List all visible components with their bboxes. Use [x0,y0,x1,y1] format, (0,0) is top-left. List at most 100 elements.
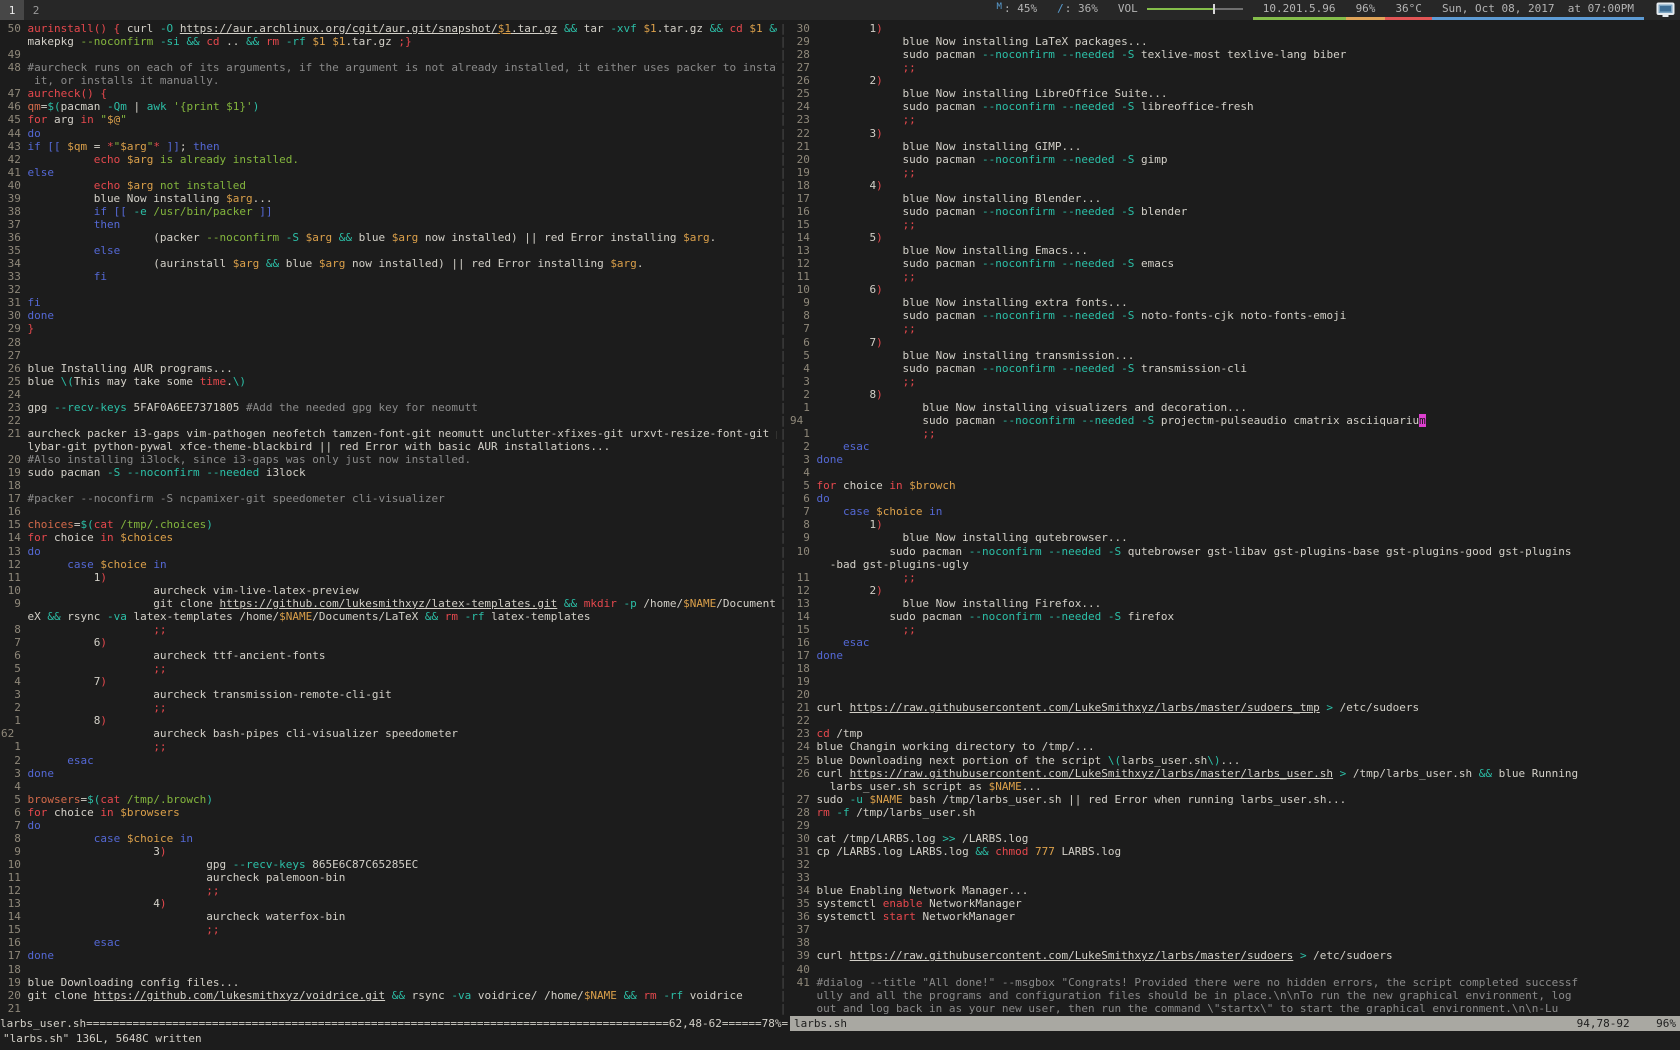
code-token [299,231,306,244]
disk-module[interactable]: /: 36% [1047,0,1108,20]
line-number: 9 [1,597,21,610]
code-token [816,322,902,335]
separator-glyph: | [776,832,790,845]
line-number: 29 [790,819,810,832]
code-token: && [425,610,438,623]
line-number: 18 [790,662,810,675]
line-number: 5 [790,479,810,492]
vim-window-right[interactable]: 30 1)29 blue Now installing LaTeX packag… [790,22,1680,1016]
volume-thumb-handle[interactable] [1213,4,1215,14]
line-number: 3 [1,688,21,701]
code-token: 7 [27,675,100,688]
separator-glyph: | [776,806,790,819]
code-token: $1 [498,22,511,35]
code-token: ) [100,675,107,688]
code-token: /tmp/larbs_user.sh [850,806,976,819]
code-line: 24blue Changin working directory to /tmp… [790,740,1680,753]
code-token: rm [445,610,458,623]
code-token: 1 [27,571,100,584]
separator-glyph: | [776,283,790,296]
code-token: curl [127,22,160,35]
code-token [557,22,564,35]
line-number: 18 [790,179,810,192]
line-number: 1 [1,740,21,753]
separator-glyph: | [776,558,790,571]
code-token: blue Now installing GIMP... [816,140,1081,153]
code-token: aurcheck packer i3-gaps vim-pathogen neo… [27,427,777,440]
code-line: 40 echo $arg not installed [1,179,777,192]
code-token: $arg [127,153,154,166]
volume-module[interactable]: VOL [1108,0,1253,20]
line-number: 6 [1,806,21,819]
code-line: 17 blue Now installing Blender... [790,192,1680,205]
code-token: -O [160,22,180,35]
code-token [27,923,206,936]
code-token: arg [47,113,80,126]
code-line: 27sudo -u $NAME bash /tmp/larbs_user.sh … [790,793,1680,806]
volume-slider[interactable] [1147,8,1243,10]
vim-statusbar: larbs_user.sh===========================… [0,1016,1680,1031]
code-token [816,623,902,636]
code-token: gpg [27,401,54,414]
datetime-module[interactable]: Sun, Oct 08, 2017 at 07:00PM [1432,0,1644,20]
code-token: 8 [27,714,100,727]
line-number: 8 [790,309,810,322]
code-line: 41#dialog --title "All done!" --msgbox "… [790,976,1680,989]
code-token: done [816,453,843,466]
statusline-left-position: 62,48-62 [669,1017,722,1030]
code-token [120,179,127,192]
separator-glyph: | [776,1002,790,1015]
code-token: awk [147,100,174,113]
code-token: ... [1220,754,1240,767]
code-token: This may take some [74,375,200,388]
separator-glyph: | [776,414,790,427]
code-token: #Add the needed gpg key for neomutt [246,401,478,414]
code-token: ) [253,100,260,113]
line-number: 37 [790,923,810,936]
code-token [107,205,114,218]
volume-label: VOL [1118,2,1138,15]
temperature-module[interactable]: 36°C [1385,0,1432,20]
code-token: ) [876,179,883,192]
vim-window-left[interactable]: 50aurinstall() { curl -O https://aur.arc… [1,22,777,1016]
code-line: 17#packer --noconfirm -S ncpamixer-git s… [1,492,777,505]
line-number: 11 [1,571,21,584]
code-token: $browch [909,479,955,492]
code-line: 38 [790,936,1680,949]
code-token [27,936,93,949]
code-token: else [27,166,54,179]
code-token: in [929,505,942,518]
code-token: $NAME [989,780,1022,793]
workspace-button-1[interactable]: 1 [0,0,24,20]
code-token: $arg [226,192,253,205]
code-line: 5browsers=$(cat /tmp/.browch) [1,793,777,806]
code-line: 28rm -f /tmp/larbs_user.sh [790,806,1680,819]
code-token: && [392,989,405,1002]
code-line: 22 [1,414,777,427]
battery-module[interactable]: 96% [1346,0,1386,20]
line-number: 2 [1,701,21,714]
code-line: 16 esac [790,636,1680,649]
statusline-active: larbs.sh94,78-92 96% [790,1016,1680,1031]
code-line: 4 sudo pacman --noconfirm --needed -S tr… [790,362,1680,375]
code-token [160,140,167,153]
code-token: --needed [1062,309,1115,322]
line-number: 19 [790,675,810,688]
code-token: NetworkManager [916,910,1015,923]
separator-glyph: | [776,362,790,375]
line-number: 8 [1,832,21,845]
line-number: 15 [1,923,21,936]
code-token: curl [816,767,849,780]
ip-module[interactable]: 10.201.5.96 [1253,0,1346,20]
line-number: 21 [790,140,810,153]
line-number: 26 [790,74,810,87]
line-number: 28 [790,48,810,61]
code-token: /etc/sudoers [1307,949,1393,962]
code-token: 3 [27,845,159,858]
code-token: -S [1121,362,1134,375]
memory-module[interactable]: M: 45% [987,0,1048,20]
display-icon[interactable] [1656,2,1675,18]
code-token: do [27,819,40,832]
workspace-button-2[interactable]: 2 [24,0,48,20]
disk-value: : 36% [1065,2,1098,15]
